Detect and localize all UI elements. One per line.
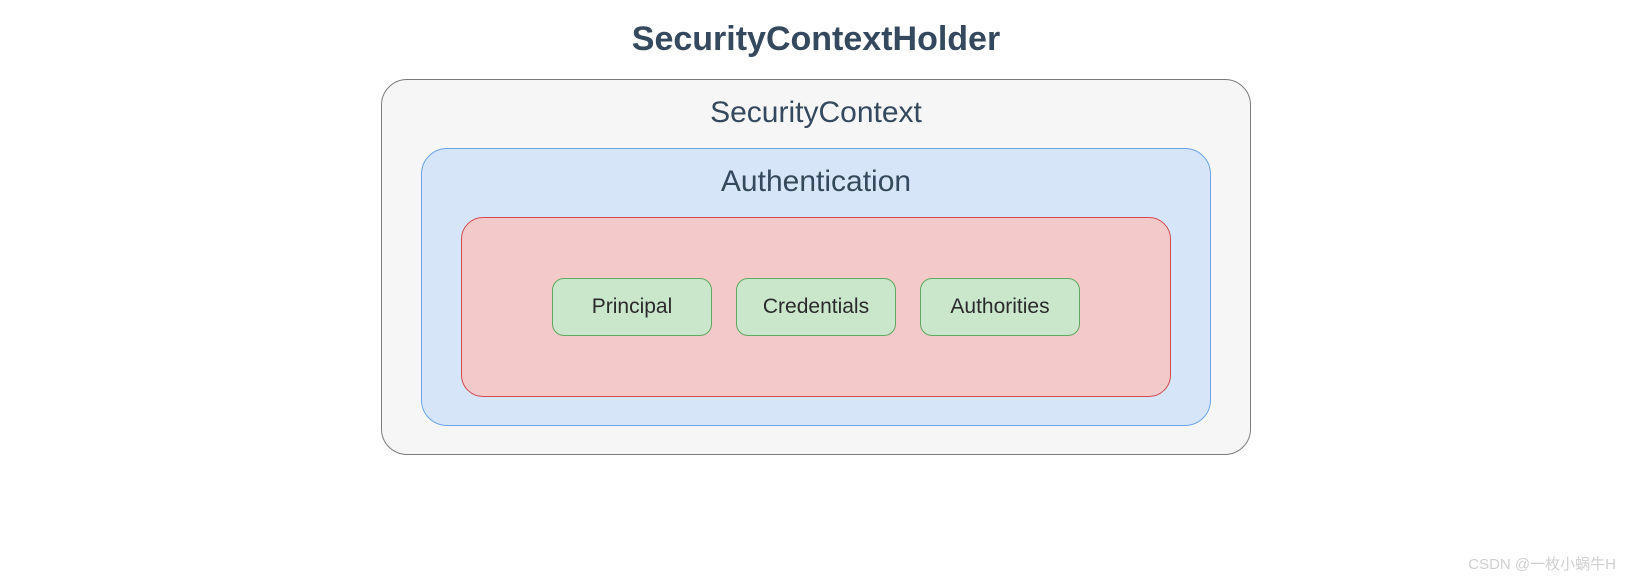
principal-box: Principal — [552, 278, 712, 336]
diagram-title: SecurityContextHolder — [632, 20, 1000, 59]
authentication-box: Authentication Principal Credentials Aut… — [421, 148, 1211, 426]
security-context-label: SecurityContext — [710, 96, 922, 130]
authentication-label: Authentication — [721, 165, 911, 199]
credentials-box: Credentials — [736, 278, 896, 336]
security-context-box: SecurityContext Authentication Principal… — [381, 79, 1251, 455]
authentication-items-container: Principal Credentials Authorities — [461, 217, 1171, 397]
watermark-text: CSDN @一枚小蜗牛H — [1468, 553, 1616, 574]
authorities-box: Authorities — [920, 278, 1080, 336]
